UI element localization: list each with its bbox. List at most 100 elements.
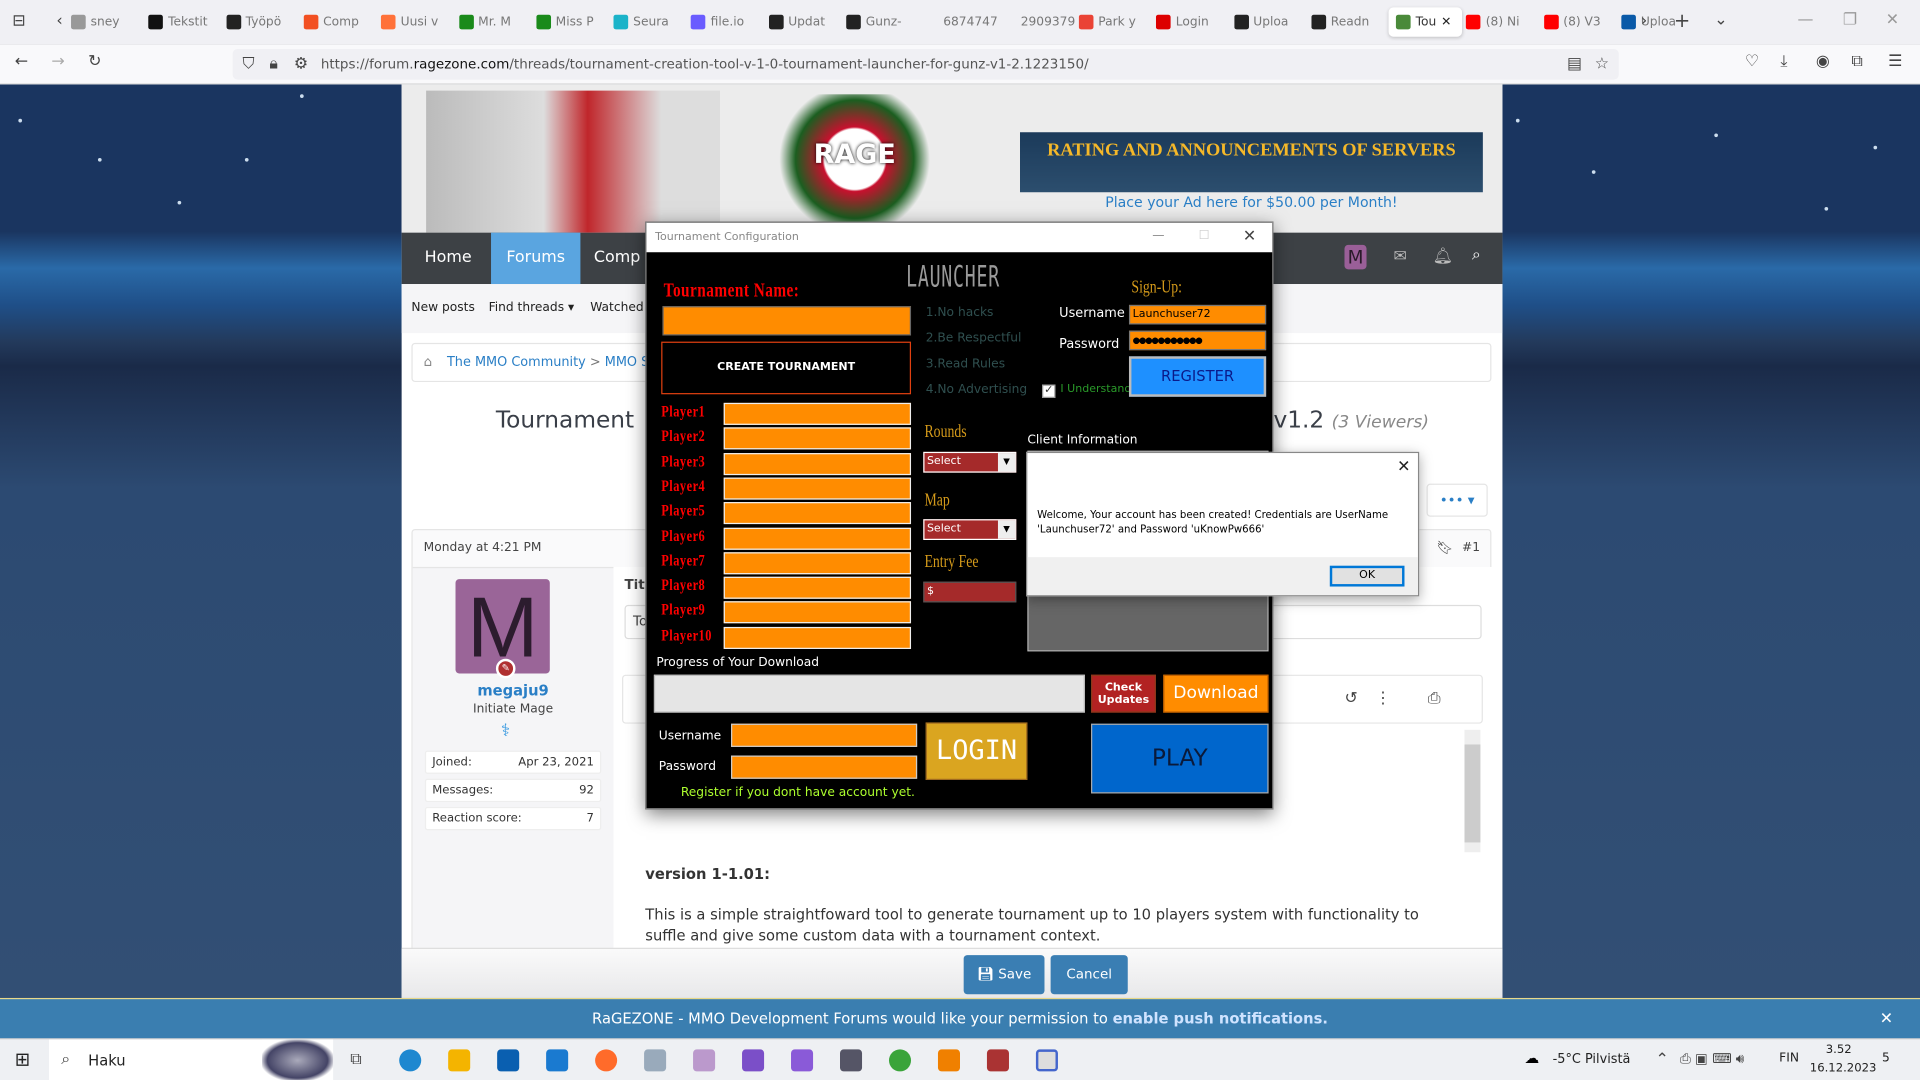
menu-icon[interactable]: ☰ <box>1888 54 1902 70</box>
preview-icon[interactable]: ⎙ <box>1428 691 1441 707</box>
bookmark-icon[interactable]: 🔖︎ <box>1436 541 1453 554</box>
taskbar-search[interactable]: ⌕ Haku <box>48 1039 334 1080</box>
restore-icon[interactable]: ❐ <box>1843 12 1857 28</box>
subnav-new-posts[interactable]: New posts <box>411 301 474 314</box>
tab[interactable]: Tekstit <box>148 7 222 36</box>
mail-icon[interactable]: ✉ <box>1393 249 1406 265</box>
close-icon[interactable]: ✕ <box>1397 459 1410 475</box>
tab[interactable]: Gunz- <box>846 7 919 36</box>
paint-icon[interactable] <box>693 1049 716 1072</box>
cancel-button[interactable]: Cancel <box>1050 955 1128 995</box>
tab[interactable]: Comp <box>303 7 377 36</box>
player-input[interactable] <box>723 477 912 500</box>
rounds-select[interactable]: Select ▼ <box>923 451 1017 473</box>
minimize-icon[interactable]: — <box>1798 12 1814 28</box>
close-icon[interactable]: ✕ <box>1243 229 1256 245</box>
login-password-input[interactable] <box>731 755 918 779</box>
back-icon[interactable]: ← <box>15 54 28 70</box>
forward-icon[interactable]: → <box>51 54 64 70</box>
minimize-icon[interactable]: — <box>1152 230 1164 242</box>
login-button[interactable]: LOGIN <box>925 722 1028 781</box>
player-input[interactable] <box>723 551 912 575</box>
tournament-name-input[interactable] <box>662 306 912 336</box>
scroll-tabs-left-icon[interactable]: ‹ <box>56 13 62 29</box>
ragezone-logo[interactable]: RAGE <box>768 94 941 225</box>
extensions-icon[interactable]: ⧉ <box>1851 54 1862 70</box>
tray-icons[interactable]: ⎙ ▣ ⌨ 🔊︎ <box>1680 1052 1744 1065</box>
tab[interactable]: (8) V3 <box>1543 7 1617 36</box>
close-window-icon[interactable]: ✕ <box>1886 12 1899 28</box>
url-bar[interactable]: ⛉ 🔒︎ ⚙ https://forum.ragezone.com/thread… <box>232 48 1619 80</box>
tab[interactable]: Työpö <box>226 7 299 36</box>
clock-date[interactable]: 16.12.2023 <box>1810 1062 1877 1075</box>
visual-studio-2-icon[interactable] <box>791 1049 814 1072</box>
notepad-icon[interactable] <box>644 1049 667 1072</box>
weather-text[interactable]: -5°C Pilvistä <box>1553 1052 1631 1067</box>
new-tab-icon[interactable]: + <box>1674 10 1690 31</box>
tab[interactable]: Mr. M <box>458 7 532 36</box>
create-tournament-button[interactable]: CREATE TOURNAMENT <box>661 341 912 395</box>
reload-icon[interactable]: ↻ <box>88 54 101 70</box>
player-input[interactable] <box>723 427 912 450</box>
edge-icon[interactable] <box>399 1049 422 1072</box>
tab[interactable]: Park y <box>1078 7 1152 36</box>
launcher-app-icon[interactable] <box>1035 1049 1058 1072</box>
lock-icon[interactable]: 🔒︎ <box>269 56 277 72</box>
file-explorer-icon[interactable] <box>448 1049 471 1072</box>
store-icon[interactable] <box>497 1049 520 1072</box>
player-input[interactable] <box>723 626 912 649</box>
task-view-icon[interactable]: ⧉ <box>350 1052 361 1068</box>
utorrent-icon[interactable] <box>888 1049 912 1072</box>
pocket-icon[interactable]: ♡ <box>1745 54 1759 70</box>
tab[interactable]: Updat <box>768 7 842 36</box>
tab[interactable]: sney <box>71 7 144 36</box>
entry-fee-input[interactable]: $ <box>923 581 1017 603</box>
editor-scrollbar[interactable] <box>1464 729 1481 853</box>
bell-icon[interactable]: 🔔︎ <box>1433 249 1453 265</box>
mail-app-icon[interactable] <box>546 1049 569 1072</box>
username[interactable]: megaju9 <box>413 682 614 699</box>
download-button[interactable]: Download <box>1163 674 1269 713</box>
post-number[interactable]: #1 <box>1462 541 1480 554</box>
bookmark-star-icon[interactable]: ☆ <box>1595 56 1609 72</box>
scroll-tabs-right-icon[interactable]: › <box>1641 13 1647 29</box>
breadcrumb-mmo[interactable]: MMO S <box>605 355 650 370</box>
login-username-input[interactable] <box>731 723 918 747</box>
tab[interactable]: 687474707 <box>923 7 997 36</box>
home-icon[interactable]: ⌂ <box>424 355 433 368</box>
clock-time[interactable]: 3.52 <box>1826 1043 1852 1056</box>
player-input[interactable] <box>723 452 912 475</box>
account-icon[interactable]: ◉ <box>1816 54 1830 70</box>
visual-studio-icon[interactable] <box>742 1049 765 1072</box>
more-icon[interactable]: ⋮ <box>1375 691 1391 707</box>
subnav-find-threads[interactable]: Find threads ▾ <box>489 301 575 314</box>
shield-icon[interactable]: ⛉ <box>242 56 254 72</box>
player-input[interactable] <box>723 402 912 425</box>
nav-forums[interactable]: Forums <box>491 232 581 285</box>
list-tabs-icon[interactable]: ⌄ <box>1714 12 1727 28</box>
ad-banner[interactable]: RATING AND ANNOUNCEMENTS OF SERVERS <box>1020 132 1483 193</box>
reader-view-icon[interactable]: ▤ <box>1567 56 1582 72</box>
language-indicator[interactable]: FIN <box>1779 1052 1799 1065</box>
more-options-button[interactable]: ••• ▾ <box>1426 483 1488 517</box>
search-icon[interactable]: ⌕ <box>1472 247 1481 263</box>
firefox-icon[interactable] <box>595 1049 618 1072</box>
check-updates-button[interactable]: Check Updates <box>1091 674 1156 713</box>
enable-push-link[interactable]: enable push notifications. <box>1113 1010 1328 1027</box>
tab[interactable]: Miss P <box>536 7 609 36</box>
understand-checkbox[interactable]: ✓ <box>1042 384 1056 398</box>
nav-community[interactable]: Comp <box>580 233 653 284</box>
player-input[interactable] <box>723 527 912 550</box>
maximize-icon[interactable]: ☐ <box>1199 230 1210 242</box>
windows-start-icon[interactable]: ⊞ <box>15 1050 30 1069</box>
register-hint[interactable]: Register if you dont have account yet. <box>681 786 915 799</box>
tab[interactable]: Readn <box>1311 7 1384 36</box>
subnav-watched[interactable]: Watched <box>590 301 643 314</box>
tab[interactable]: Uploa <box>1233 7 1307 36</box>
player-input[interactable] <box>723 502 912 525</box>
breadcrumb-community[interactable]: The MMO Community <box>447 355 586 370</box>
tab[interactable]: 290937950 <box>1001 7 1075 36</box>
tab[interactable]: Seura <box>613 7 687 36</box>
signup-username-input[interactable]: Launchuser72 <box>1128 304 1267 325</box>
register-button[interactable]: REGISTER <box>1128 356 1267 397</box>
